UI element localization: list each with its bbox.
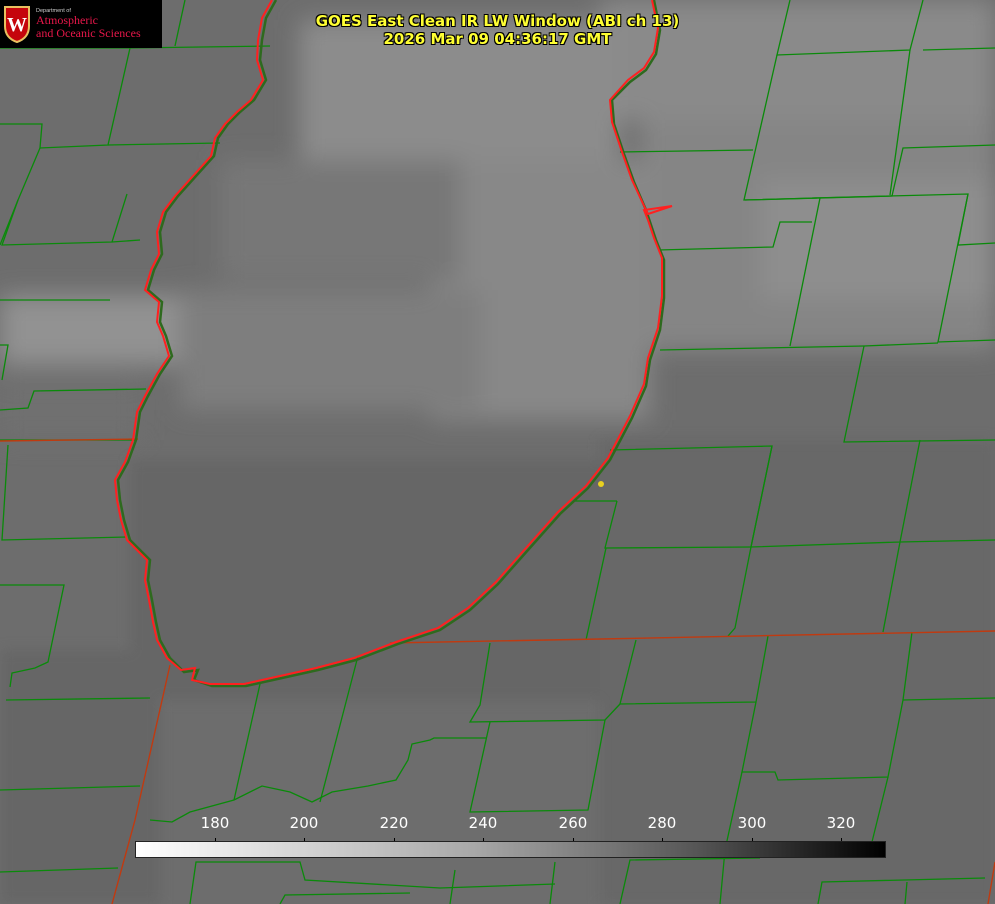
colorbar-tick-label: 280 (647, 814, 677, 832)
title-timestamp: 2026 Mar 09 04:36:17 GMT (383, 30, 612, 48)
crest-letter: W (7, 14, 27, 36)
colorbar-tick-label: 320 (826, 814, 856, 832)
image-title: GOES East Clean IR LW Window (ABI ch 13)… (280, 12, 715, 48)
location-marker (598, 481, 604, 487)
colorbar-tick-label: 200 (289, 814, 319, 832)
logo-line-1: Atmospheric (36, 13, 98, 28)
temperature-colorbar (135, 841, 886, 858)
uw-aos-logo: W Department of Atmospheric and Oceanic … (0, 0, 162, 48)
logo-line-2: and Oceanic Sciences (36, 25, 141, 40)
uw-crest-icon: W (4, 6, 30, 44)
colorbar-tick-label: 220 (379, 814, 409, 832)
colorbar-tick-label: 300 (737, 814, 767, 832)
satellite-map (0, 0, 995, 904)
colorbar-tick-label: 240 (468, 814, 498, 832)
colorbar-ticks: 180 200 220 240 260 280 300 320 (135, 814, 886, 843)
colorbar-tick-label: 180 (200, 814, 230, 832)
colorbar-tick-label: 260 (558, 814, 588, 832)
title-product: GOES East Clean IR LW Window (ABI ch 13) (315, 12, 680, 30)
